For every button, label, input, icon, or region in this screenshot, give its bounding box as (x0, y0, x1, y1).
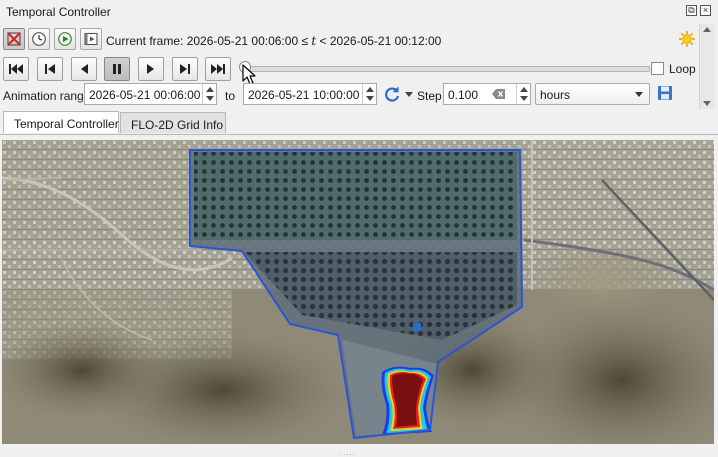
map-canvas[interactable] (2, 140, 714, 444)
step-unit-select[interactable]: hours (535, 83, 650, 105)
animated-navigation-button[interactable] (54, 28, 76, 50)
range-end-spinner[interactable] (362, 84, 376, 104)
loop-checkbox[interactable] (651, 62, 664, 75)
set-range-to-project-button[interactable] (383, 85, 401, 106)
chevron-down-icon (635, 92, 643, 97)
range-start-value: 2026-05-21 00:06:00 (89, 88, 201, 102)
movie-mode-button[interactable] (80, 28, 102, 50)
current-frame-label: Current frame: 2026-05-21 00:06:00 ≤ t <… (106, 34, 441, 48)
skip-to-end-button[interactable] (205, 57, 231, 81)
play-backward-button[interactable] (71, 57, 97, 81)
pause-icon (113, 64, 121, 74)
time-slider-track[interactable] (244, 66, 650, 72)
sun-gear-icon (679, 31, 695, 47)
range-options-dropdown-icon[interactable] (405, 92, 413, 97)
range-start-spinner[interactable] (202, 84, 216, 104)
tab-temporal-controller[interactable]: Temporal Controller (3, 111, 119, 133)
settings-button[interactable] (678, 30, 696, 51)
range-end-input[interactable]: 2026-05-21 10:00:00 (243, 83, 377, 105)
tab-flo2d-grid-info[interactable]: FLO-2D Grid Info (120, 112, 226, 133)
tab-bar: Temporal Controller FLO-2D Grid Info (0, 110, 718, 134)
disable-temporal-navigation-button[interactable] (3, 28, 25, 50)
step-back-icon (45, 64, 55, 74)
range-start-input[interactable]: 2026-05-21 00:06:00 (84, 83, 217, 105)
play-forward-button[interactable] (138, 57, 164, 81)
skip-to-start-icon (9, 64, 23, 74)
step-label: Step (417, 89, 442, 103)
frame-label-prefix: Current frame: 2026-05-21 00:06:00 ≤ (106, 34, 312, 48)
close-window-icon[interactable]: × (700, 5, 711, 16)
float-window-icon[interactable]: ⧉ (686, 5, 697, 16)
animation-range-label: Animation range (3, 89, 91, 103)
rewind-to-start-button[interactable] (3, 57, 29, 81)
resize-grip[interactable]: ..... (340, 448, 356, 457)
clock-icon (32, 32, 46, 46)
play-icon (147, 64, 154, 74)
fixed-range-mode-button[interactable] (28, 28, 50, 50)
loop-label: Loop (669, 62, 696, 76)
window-title: Temporal Controller (6, 5, 111, 19)
range-end-value: 2026-05-21 10:00:00 (248, 88, 360, 102)
floppy-disk-icon (658, 86, 672, 100)
title-bar: Temporal Controller ⧉ × (0, 0, 718, 24)
clock-disabled-icon (7, 32, 21, 46)
clear-field-icon[interactable] (492, 88, 506, 100)
map-render (2, 140, 714, 444)
refresh-icon (385, 86, 400, 102)
next-frame-button[interactable] (172, 57, 198, 81)
skip-to-end-icon (211, 64, 225, 74)
film-icon (84, 32, 98, 46)
step-unit-value: hours (540, 88, 571, 102)
step-value: 0.100 (448, 88, 479, 102)
vertical-scrollbar[interactable] (699, 24, 715, 109)
export-animation-button[interactable] (657, 85, 673, 104)
play-reverse-icon (81, 64, 88, 74)
step-spinner[interactable] (516, 84, 530, 104)
tab-divider (0, 134, 718, 135)
step-forward-icon (180, 64, 190, 74)
play-circle-icon (58, 32, 72, 46)
frame-label-suffix: < 2026-05-21 00:12:00 (316, 34, 442, 48)
pause-button[interactable] (104, 57, 130, 81)
step-input[interactable]: 0.100 (443, 83, 531, 105)
range-to-label: to (225, 89, 236, 103)
previous-frame-button[interactable] (37, 57, 63, 81)
